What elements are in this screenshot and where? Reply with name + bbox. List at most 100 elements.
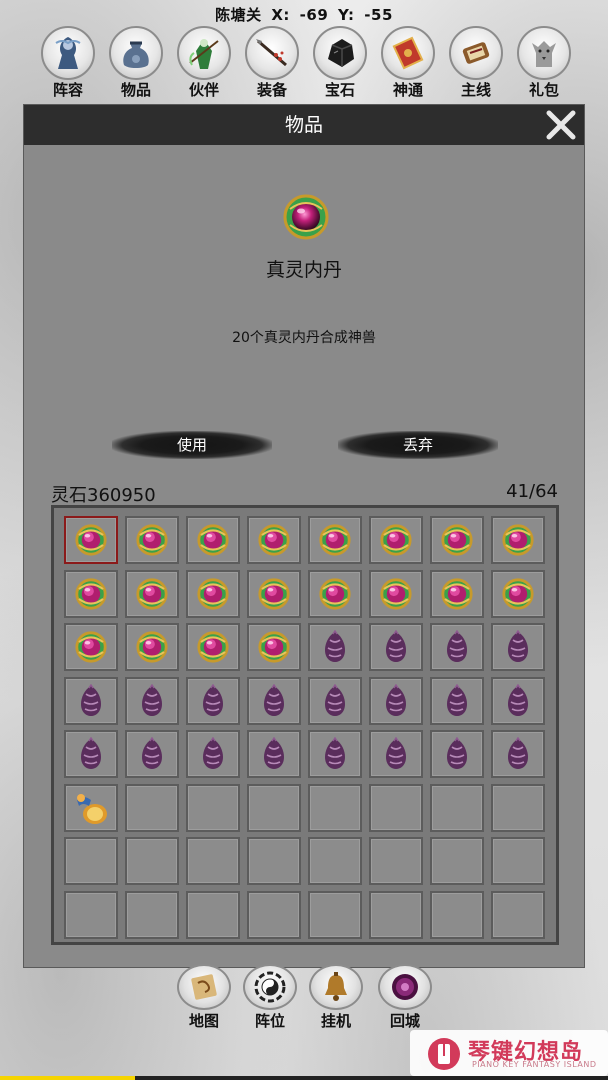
- quest-scroll-icon: [449, 26, 503, 80]
- purple-beast-egg-icon: [442, 630, 472, 664]
- inventory-slot-spirit-core-orb[interactable]: [491, 569, 545, 618]
- inventory-slot-spirit-core-orb[interactable]: [247, 516, 301, 564]
- inventory-slot-empty[interactable]: [369, 837, 423, 885]
- map-button[interactable]: 地图: [175, 964, 233, 1030]
- inventory-slot-spirit-core-orb[interactable]: [430, 516, 484, 564]
- inventory-slot-spirit-core-orb[interactable]: [247, 569, 301, 618]
- inventory-slot-purple-beast-egg[interactable]: [308, 676, 362, 725]
- inventory-slot-spirit-core-orb[interactable]: [125, 569, 179, 618]
- inventory-slot-spirit-core-orb[interactable]: [430, 569, 484, 618]
- auto-battle-button[interactable]: 挂机: [307, 964, 365, 1030]
- discard-button[interactable]: 丢弃: [338, 431, 498, 459]
- item-bag-icon: [109, 26, 163, 80]
- menu-mainquest-button[interactable]: 主线: [446, 26, 506, 99]
- inventory-slot-empty[interactable]: [369, 783, 423, 832]
- inventory-slot-spirit-core-orb[interactable]: [247, 623, 301, 671]
- inventory-slot-empty[interactable]: [308, 783, 362, 832]
- inventory-slot-purple-beast-egg[interactable]: [430, 676, 484, 725]
- inventory-slot-empty[interactable]: [186, 837, 240, 885]
- menu-companion-button[interactable]: 伙伴: [174, 26, 234, 99]
- spirit-core-orb-icon: [196, 630, 230, 664]
- inventory-slot-purple-beast-egg[interactable]: [247, 730, 301, 778]
- menu-equipment-label: 装备: [256, 81, 287, 99]
- inventory-slot-empty[interactable]: [369, 890, 423, 939]
- skill-scroll-icon: [381, 26, 435, 80]
- spirit-core-orb-icon: [135, 577, 169, 611]
- inventory-slot-purple-beast-egg[interactable]: [308, 623, 362, 671]
- inventory-slot-purple-beast-egg[interactable]: [491, 676, 545, 725]
- inventory-slot-purple-beast-egg[interactable]: [247, 676, 301, 725]
- inventory-slot-purple-beast-egg[interactable]: [491, 730, 545, 778]
- inventory-slot-spirit-core-orb[interactable]: [64, 623, 118, 671]
- use-button[interactable]: 使用: [112, 431, 272, 459]
- inventory-slot-empty[interactable]: [308, 837, 362, 885]
- inventory-slot-empty[interactable]: [308, 890, 362, 939]
- inventory-slot-empty[interactable]: [186, 783, 240, 832]
- map-label: 地图: [188, 1012, 219, 1030]
- equipment-spear-icon: [245, 26, 299, 80]
- menu-equipment-button[interactable]: 装备: [242, 26, 302, 99]
- return-city-button[interactable]: 回城: [376, 964, 434, 1030]
- inventory-slot-empty[interactable]: [247, 837, 301, 885]
- purple-beast-egg-icon: [198, 737, 228, 771]
- inventory-slot-purple-beast-egg[interactable]: [125, 676, 179, 725]
- inventory-slot-purple-beast-egg[interactable]: [430, 623, 484, 671]
- inventory-slot-spirit-core-orb[interactable]: [186, 569, 240, 618]
- menu-formation-button[interactable]: 阵容: [38, 26, 98, 99]
- selected-item-name: 真灵内丹: [265, 259, 342, 281]
- inventory-slot-spirit-core-orb[interactable]: [491, 516, 545, 564]
- inventory-slot-purple-beast-egg[interactable]: [186, 730, 240, 778]
- inventory-slot-spirit-core-orb[interactable]: [64, 516, 118, 564]
- spirit-core-orb-icon: [501, 523, 535, 557]
- inventory-slot-empty[interactable]: [491, 837, 545, 885]
- inventory-slot-empty[interactable]: [430, 837, 484, 885]
- inventory-slot-empty[interactable]: [491, 890, 545, 939]
- menu-skill-button[interactable]: 神通: [378, 26, 438, 99]
- inventory-slot-empty[interactable]: [186, 890, 240, 939]
- inventory-slot-purple-beast-egg[interactable]: [64, 730, 118, 778]
- inventory-slot-purple-beast-egg[interactable]: [430, 730, 484, 778]
- inventory-slot-spirit-core-orb[interactable]: [186, 516, 240, 564]
- inventory-slot-empty[interactable]: [125, 837, 179, 885]
- spirit-core-orb-icon: [440, 577, 474, 611]
- inventory-slot-gourd-drum[interactable]: [64, 783, 118, 832]
- inventory-slot-empty[interactable]: [64, 837, 118, 885]
- inventory-slot-empty[interactable]: [247, 783, 301, 832]
- inventory-slot-purple-beast-egg[interactable]: [64, 676, 118, 725]
- spirit-core-orb-icon: [74, 577, 108, 611]
- inventory-slot-purple-beast-egg[interactable]: [308, 730, 362, 778]
- inventory-slot-empty[interactable]: [247, 890, 301, 939]
- inventory-slot-purple-beast-egg[interactable]: [186, 676, 240, 725]
- inventory-slot-spirit-core-orb[interactable]: [308, 516, 362, 564]
- bagua-icon: [243, 964, 297, 1010]
- inventory-slot-empty[interactable]: [64, 890, 118, 939]
- menu-gift-button[interactable]: 礼包: [514, 26, 574, 99]
- inventory-slot-purple-beast-egg[interactable]: [369, 623, 423, 671]
- menu-mainquest-label: 主线: [460, 81, 491, 99]
- inventory-slot-purple-beast-egg[interactable]: [369, 730, 423, 778]
- spirit-core-orb-icon: [257, 630, 291, 664]
- inventory-slot-spirit-core-orb[interactable]: [369, 516, 423, 564]
- inventory-slot-empty[interactable]: [430, 783, 484, 832]
- menu-items-button[interactable]: 物品: [106, 26, 166, 99]
- menu-companion-label: 伙伴: [188, 81, 219, 99]
- inventory-slot-empty[interactable]: [491, 783, 545, 832]
- inventory-slot-spirit-core-orb[interactable]: [125, 623, 179, 671]
- inventory-slot-spirit-core-orb[interactable]: [369, 569, 423, 618]
- close-button[interactable]: [544, 108, 578, 142]
- menu-gem-button[interactable]: 宝石: [310, 26, 370, 99]
- inventory-slot-spirit-core-orb[interactable]: [186, 623, 240, 671]
- inventory-slot-purple-beast-egg[interactable]: [491, 623, 545, 671]
- inventory-slot-empty[interactable]: [125, 783, 179, 832]
- watermark-subtitle: PIANO KEY FANTASY ISLAND: [472, 1060, 597, 1069]
- inventory-slot-spirit-core-orb[interactable]: [308, 569, 362, 618]
- spirit-core-orb-icon: [318, 577, 352, 611]
- inventory-slot-spirit-core-orb[interactable]: [125, 516, 179, 564]
- inventory-slot-empty[interactable]: [430, 890, 484, 939]
- inventory-slot-purple-beast-egg[interactable]: [125, 730, 179, 778]
- inventory-slot-spirit-core-orb[interactable]: [64, 569, 118, 618]
- formation-position-button[interactable]: 阵位: [241, 964, 299, 1030]
- inventory-slot-empty[interactable]: [125, 890, 179, 939]
- use-button-label: 使用: [176, 436, 207, 454]
- inventory-slot-purple-beast-egg[interactable]: [369, 676, 423, 725]
